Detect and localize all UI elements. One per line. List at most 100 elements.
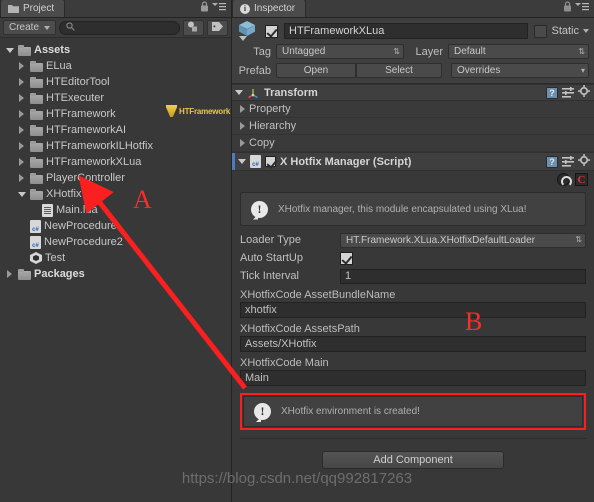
tag-label: Tag	[253, 45, 271, 58]
github-icon[interactable]	[557, 173, 572, 187]
tree-item-label: NewProcedure2	[44, 236, 123, 248]
lock-icon[interactable]	[200, 1, 209, 15]
foldout-collapsed-icon[interactable]	[16, 110, 27, 118]
transform-subrow[interactable]: Property	[232, 101, 594, 118]
tab-project[interactable]: Project	[0, 0, 66, 17]
loader-type-label: Loader Type	[240, 234, 301, 246]
gameobject-name-input[interactable]: HTFrameworkXLua	[284, 23, 529, 39]
wide-field-input[interactable]: Main	[240, 370, 586, 386]
preset-icon[interactable]	[562, 87, 574, 98]
help-icon[interactable]: ?	[546, 155, 558, 168]
foldout-collapsed-icon[interactable]	[240, 139, 245, 147]
tree-item[interactable]: HTFrameworkILHotfix	[0, 138, 231, 154]
filter-by-type-button[interactable]	[183, 19, 204, 36]
tree-item[interactable]: c# NewProcedure2	[0, 234, 231, 250]
tree-item[interactable]: Packages	[0, 266, 231, 282]
transform-subrow[interactable]: Hierarchy	[232, 118, 594, 135]
chevron-down-icon[interactable]	[583, 29, 589, 33]
folder-icon	[30, 172, 43, 184]
hamburger-menu-icon[interactable]	[575, 2, 589, 14]
component-header-transform[interactable]: Transform ?	[232, 84, 594, 101]
tag-value: Untagged	[282, 46, 326, 57]
static-toggle[interactable]: Static	[534, 24, 589, 38]
prefab-overrides-dropdown[interactable]: Overrides ▾	[451, 63, 589, 78]
hamburger-menu-icon[interactable]	[212, 2, 226, 14]
csdn-c-icon[interactable]: C	[575, 173, 588, 186]
unity-scene-icon	[30, 252, 42, 264]
xhotfix-manager-body: ! XHotfix manager, this module encapsula…	[232, 186, 594, 477]
transform-title: Transform	[264, 86, 318, 99]
folder-icon	[30, 92, 43, 104]
foldout-collapsed-icon[interactable]	[16, 62, 27, 70]
tree-item[interactable]: Assets	[0, 42, 231, 58]
auto-startup-checkbox[interactable]	[340, 251, 353, 265]
prefab-open-button[interactable]: Open	[276, 63, 356, 78]
unity-editor-window: Project Create Assets ELua HTEditorTool …	[0, 0, 594, 502]
wide-field-input[interactable]: Assets/XHotfix	[240, 336, 586, 352]
gear-icon[interactable]	[578, 85, 590, 100]
layer-dropdown[interactable]: Default ⇅	[448, 44, 589, 59]
folder-icon	[30, 60, 43, 72]
foldout-collapsed-icon[interactable]	[16, 126, 27, 134]
add-component-area: Add Component	[240, 438, 586, 469]
foldout-expanded-icon[interactable]	[238, 159, 246, 164]
static-checkbox[interactable]	[534, 24, 548, 38]
gameobject-name-row: HTFrameworkXLua Static	[237, 21, 589, 41]
transform-subrow[interactable]: Copy	[232, 135, 594, 152]
tree-item-label: Assets	[34, 44, 71, 56]
foldout-expanded-icon[interactable]	[4, 47, 15, 53]
component-header-xhotfix-manager[interactable]: c# X Hotfix Manager (Script) ?	[232, 152, 594, 171]
tree-item[interactable]: HTEditorTool	[0, 74, 231, 90]
search-input[interactable]	[59, 20, 180, 35]
foldout-expanded-icon[interactable]	[235, 90, 243, 95]
gameobject-enabled-checkbox[interactable]	[265, 24, 278, 38]
tree-item-label: ELua	[46, 60, 72, 72]
foldout-collapsed-icon[interactable]	[16, 174, 27, 182]
tick-interval-input[interactable]: 1	[340, 268, 586, 284]
component-enabled-checkbox[interactable]	[265, 156, 276, 167]
foldout-collapsed-icon[interactable]	[240, 122, 245, 130]
prefab-select-button[interactable]: Select	[356, 63, 442, 78]
tab-inspector[interactable]: i Inspector	[232, 0, 307, 17]
tree-item[interactable]: HTFrameworkXLua	[0, 154, 231, 170]
folder-icon	[30, 124, 43, 136]
lock-icon[interactable]	[563, 1, 572, 15]
tree-item[interactable]: PlayerController	[0, 170, 231, 186]
wide-field-input[interactable]: xhotfix	[240, 302, 586, 318]
tree-item[interactable]: HTExecuter	[0, 90, 231, 106]
create-button[interactable]: Create	[3, 20, 57, 35]
loader-type-dropdown[interactable]: HT.Framework.XLua.XHotfixDefaultLoader ⇅	[340, 232, 586, 248]
tree-item-label: Packages	[34, 268, 85, 280]
csharp-script-icon: c#	[30, 219, 41, 233]
folder-icon	[18, 44, 31, 56]
folder-icon	[30, 76, 43, 88]
foldout-expanded-icon[interactable]	[16, 191, 27, 197]
info-circle-icon: !	[254, 403, 271, 420]
foldout-collapsed-icon[interactable]	[16, 142, 27, 150]
preset-icon[interactable]	[562, 156, 574, 167]
foldout-collapsed-icon[interactable]	[240, 105, 245, 113]
filter-by-label-button[interactable]	[207, 19, 228, 36]
add-component-button[interactable]: Add Component	[322, 451, 504, 469]
foldout-collapsed-icon[interactable]	[4, 270, 15, 278]
tree-item[interactable]: HTFrameworkAI	[0, 122, 231, 138]
inspector-panel: i Inspector HTFrameworkXLua Static Tag U…	[232, 0, 594, 502]
foldout-collapsed-icon[interactable]	[16, 158, 27, 166]
foldout-collapsed-icon[interactable]	[16, 94, 27, 102]
tree-item[interactable]: Main.lua	[0, 202, 231, 218]
helpbox-info: ! XHotfix manager, this module encapsula…	[240, 192, 586, 226]
tree-item[interactable]: XHotfix	[0, 186, 231, 202]
tag-dropdown[interactable]: Untagged ⇅	[276, 44, 404, 59]
project-panel: Project Create Assets ELua HTEditorTool …	[0, 0, 232, 502]
tree-item[interactable]: ELua	[0, 58, 231, 74]
gear-icon[interactable]	[578, 154, 590, 169]
foldout-collapsed-icon[interactable]	[16, 78, 27, 86]
tree-item-label: HTExecuter	[46, 92, 105, 104]
tree-item-label: HTFramework	[46, 108, 116, 120]
tree-item[interactable]: Test	[0, 250, 231, 266]
prefab-overrides-value: Overrides	[457, 65, 501, 76]
help-icon[interactable]: ?	[546, 86, 558, 99]
project-tree[interactable]: Assets ELua HTEditorTool HTExecuter HTFramew…	[0, 38, 231, 282]
transform-subrow-label: Copy	[249, 137, 275, 149]
tree-item[interactable]: c# NewProcedure	[0, 218, 231, 234]
